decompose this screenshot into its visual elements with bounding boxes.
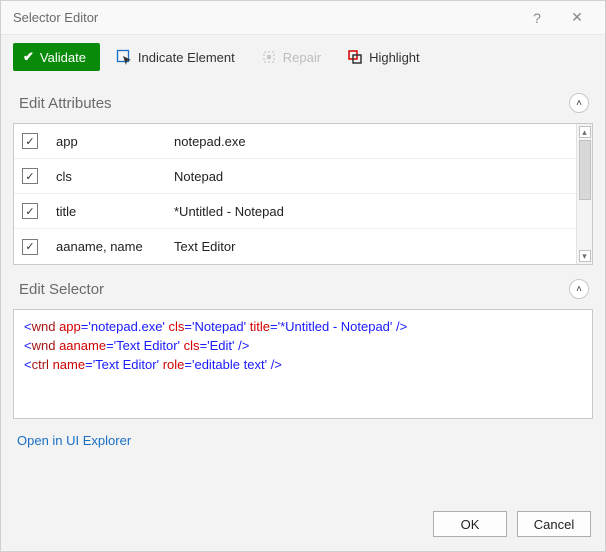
ok-button[interactable]: OK — [433, 511, 507, 537]
attribute-checkbox[interactable]: ✓ — [22, 239, 38, 255]
selector-line: <ctrl name='Text Editor' role='editable … — [24, 356, 582, 375]
scroll-down-icon[interactable]: ▾ — [579, 250, 591, 262]
window-title: Selector Editor — [13, 10, 517, 25]
attribute-value[interactable]: notepad.exe — [174, 134, 568, 149]
validate-button[interactable]: ✔ Validate — [13, 43, 100, 71]
repair-icon — [261, 49, 277, 65]
cancel-button[interactable]: Cancel — [517, 511, 591, 537]
close-icon: ✕ — [571, 9, 583, 26]
titlebar: Selector Editor ? ✕ — [1, 1, 605, 35]
selector-editor-window: Selector Editor ? ✕ ✔ Validate Indicate … — [0, 0, 606, 552]
highlight-button[interactable]: Highlight — [337, 43, 430, 71]
chevron-up-icon: ˄ — [576, 98, 582, 109]
edit-attributes-header: Edit Attributes ˄ — [13, 79, 593, 123]
attributes-grid: ✓ appnotepad.exe ✓ clsNotepad ✓ title*Untitle… — [13, 123, 593, 265]
table-row[interactable]: ✓ clsNotepad — [14, 159, 576, 194]
open-ui-explorer-link[interactable]: Open in UI Explorer — [13, 419, 593, 456]
attribute-checkbox[interactable]: ✓ — [22, 203, 38, 219]
repair-button: Repair — [251, 43, 331, 71]
content-area: Edit Attributes ˄ ✓ appnotepad.exe ✓ clsNot… — [1, 79, 605, 501]
check-icon: ✔ — [23, 49, 34, 65]
attribute-name: app — [56, 134, 174, 149]
attribute-name: cls — [56, 169, 174, 184]
indicate-element-button[interactable]: Indicate Element — [106, 43, 245, 71]
highlight-icon — [347, 49, 363, 65]
selector-line: <wnd aaname='Text Editor' cls='Edit' /> — [24, 337, 582, 356]
highlight-label: Highlight — [369, 50, 420, 65]
edit-attributes-title: Edit Attributes — [19, 95, 112, 112]
validate-label: Validate — [40, 50, 86, 65]
collapse-attributes-button[interactable]: ˄ — [569, 93, 589, 113]
scroll-thumb[interactable] — [579, 140, 591, 200]
indicate-label: Indicate Element — [138, 50, 235, 65]
attribute-checkbox[interactable]: ✓ — [22, 133, 38, 149]
table-row[interactable]: ✓ aaname, nameText Editor — [14, 229, 576, 264]
table-row[interactable]: ✓ title*Untitled - Notepad — [14, 194, 576, 229]
chevron-up-icon: ˄ — [576, 284, 582, 295]
selector-line: <wnd app='notepad.exe' cls='Notepad' tit… — [24, 318, 582, 337]
attribute-name: title — [56, 204, 174, 219]
dialog-footer: OK Cancel — [1, 501, 605, 551]
attribute-value[interactable]: Notepad — [174, 169, 568, 184]
help-button[interactable]: ? — [517, 3, 557, 33]
attribute-name: aaname, name — [56, 239, 174, 254]
toolbar: ✔ Validate Indicate Element Repair Highl… — [1, 35, 605, 79]
repair-label: Repair — [283, 50, 321, 65]
attribute-checkbox[interactable]: ✓ — [22, 168, 38, 184]
collapse-selector-button[interactable]: ˄ — [569, 279, 589, 299]
table-row[interactable]: ✓ appnotepad.exe — [14, 124, 576, 159]
indicate-icon — [116, 49, 132, 65]
edit-selector-title: Edit Selector — [19, 281, 104, 298]
attributes-grid-body: ✓ appnotepad.exe ✓ clsNotepad ✓ title*Untitle… — [14, 124, 576, 264]
attribute-value[interactable]: *Untitled - Notepad — [174, 204, 568, 219]
edit-selector-header: Edit Selector ˄ — [13, 265, 593, 309]
attribute-value[interactable]: Text Editor — [174, 239, 568, 254]
selector-textarea[interactable]: <wnd app='notepad.exe' cls='Notepad' tit… — [13, 309, 593, 419]
scroll-up-icon[interactable]: ▴ — [579, 126, 591, 138]
attributes-scrollbar[interactable]: ▴ ▾ — [576, 124, 592, 264]
close-button[interactable]: ✕ — [557, 3, 597, 33]
